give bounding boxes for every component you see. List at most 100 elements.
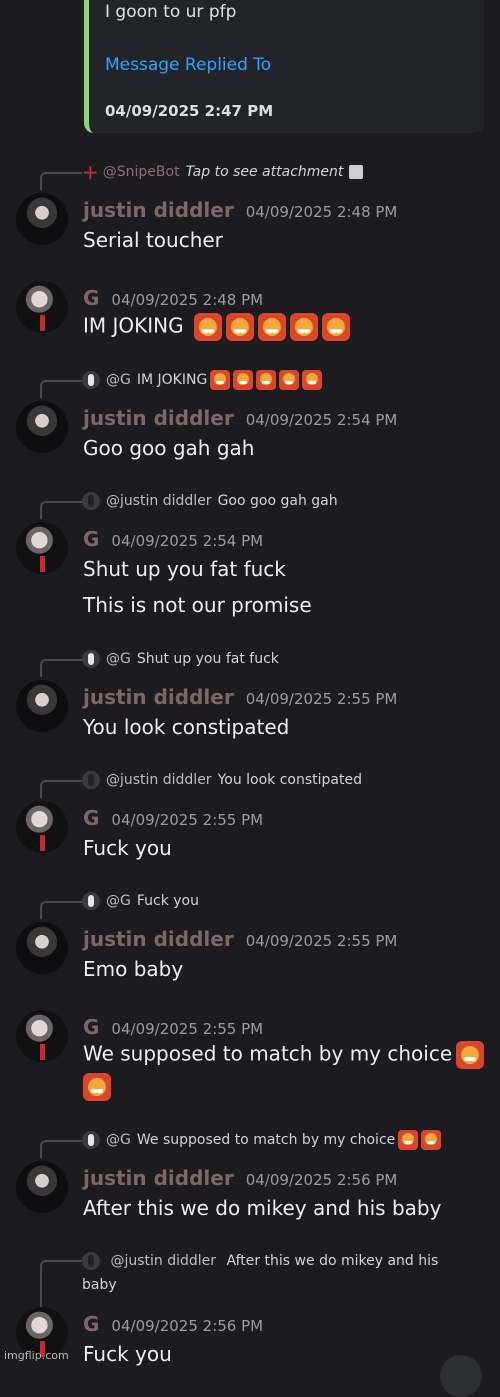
angry-face-emoji (83, 1073, 111, 1101)
reply-spine (40, 172, 82, 190)
message-text: Fuck you (83, 836, 172, 860)
timestamp: 04/09/2025 2:56 PM (111, 1317, 264, 1335)
image-icon (349, 165, 364, 179)
username[interactable]: justin diddler (83, 685, 234, 709)
reply-avatar (82, 371, 100, 389)
reply-text: You look constipated (217, 772, 363, 788)
message-replied-to-link[interactable]: Message Replied To (105, 55, 271, 75)
reply-spine (40, 1140, 82, 1158)
avatar[interactable] (16, 922, 68, 974)
reply-avatar (82, 771, 100, 789)
reply-preview[interactable]: + @SnipeBot Tap to see attachment (40, 160, 364, 190)
reply-text: Shut up you fat fuck (136, 651, 279, 667)
message-text: After this we do mikey and his baby (83, 1196, 442, 1220)
reply-avatar (82, 1252, 100, 1270)
reply-text: Tap to see attachment (185, 164, 344, 180)
reply-preview[interactable]: @G We supposed to match by my choice (40, 1129, 442, 1158)
watermark: imgflip.com (4, 1349, 69, 1362)
username[interactable]: G (83, 1015, 99, 1039)
username[interactable]: justin diddler (83, 1166, 234, 1190)
avatar[interactable] (16, 1010, 68, 1062)
message-text: Goo goo gah gah (83, 436, 255, 460)
reply-text: Fuck you (136, 893, 199, 909)
message-header: justin diddler 04/09/2025 2:55 PM (83, 685, 397, 711)
avatar[interactable] (16, 1161, 68, 1213)
message-header: G 04/09/2025 2:55 PM (83, 806, 263, 832)
message-emoji-line (83, 1073, 111, 1101)
username[interactable]: justin diddler (83, 406, 234, 430)
reply-preview[interactable]: @G Shut up you fat fuck (40, 648, 279, 677)
reply-text: We supposed to match by my choice (136, 1132, 396, 1148)
reply-author[interactable]: @justin diddler (106, 493, 212, 509)
avatar[interactable] (16, 281, 68, 333)
username[interactable]: G (83, 286, 99, 310)
reply-preview[interactable]: @justin diddler Goo goo gah gah (40, 490, 338, 519)
reply-text: Goo goo gah gah (217, 493, 338, 509)
avatar[interactable] (16, 193, 68, 245)
timestamp: 04/09/2025 2:55 PM (111, 811, 264, 829)
reply-author[interactable]: @SnipeBot (103, 164, 180, 180)
reply-spine (40, 659, 82, 677)
embed-date: 04/09/2025 2:47 PM (105, 102, 274, 120)
snipebot-icon: + (82, 160, 99, 184)
reply-preview[interactable]: @justin diddler You look constipated (40, 769, 363, 798)
timestamp: 04/09/2025 2:55 PM (245, 690, 398, 708)
reply-avatar (82, 892, 100, 910)
avatar[interactable] (16, 522, 68, 574)
message-header: justin diddler 04/09/2025 2:54 PM (83, 406, 397, 432)
angry-face-emoji (256, 370, 277, 390)
angry-face-emoji (456, 1041, 485, 1069)
reply-spine (40, 780, 82, 798)
timestamp: 04/09/2025 2:55 PM (111, 1020, 264, 1038)
angry-face-emoji (225, 313, 254, 341)
reply-author[interactable]: @justin diddler (106, 772, 212, 788)
message-header: justin diddler 04/09/2025 2:56 PM (83, 1166, 397, 1192)
avatar[interactable] (16, 801, 68, 853)
reply-avatar (82, 492, 100, 510)
timestamp: 04/09/2025 2:55 PM (245, 932, 398, 950)
reply-author[interactable]: @G (106, 1132, 131, 1148)
reply-spine (40, 380, 82, 398)
timestamp: 04/09/2025 2:54 PM (245, 411, 398, 429)
message-content: We supposed to match by my choice (83, 1041, 485, 1069)
avatar[interactable] (16, 401, 68, 453)
reply-preview[interactable]: @G IM JOKING (40, 369, 323, 398)
reply-preview[interactable]: @justin diddler After this we do mikey a… (40, 1249, 472, 1328)
reply-text: IM JOKING (136, 372, 208, 388)
reply-avatar (82, 1131, 100, 1149)
angry-face-emoji (210, 370, 231, 390)
reply-spine (40, 901, 82, 919)
username[interactable]: justin diddler (83, 198, 234, 222)
angry-face-emoji (289, 313, 318, 341)
reply-author[interactable]: @justin diddler (110, 1253, 216, 1269)
username[interactable]: G (83, 806, 99, 830)
timestamp: 04/09/2025 2:48 PM (245, 203, 398, 221)
message-header: G 04/09/2025 2:48 PM (83, 286, 263, 312)
message-text: This is not our promise (83, 593, 312, 617)
timestamp: 04/09/2025 2:54 PM (111, 532, 264, 550)
angry-face-emoji (279, 370, 300, 390)
message-text: Shut up you fat fuck (83, 557, 286, 581)
message-header: G 04/09/2025 2:55 PM (83, 1015, 263, 1041)
angry-face-emoji (193, 313, 222, 341)
reply-author[interactable]: @G (106, 651, 131, 667)
reply-author[interactable]: @G (106, 372, 131, 388)
message-header: justin diddler 04/09/2025 2:48 PM (83, 198, 397, 224)
username[interactable]: G (83, 527, 99, 551)
reply-author[interactable]: @G (106, 893, 131, 909)
reply-preview[interactable]: @G Fuck you (40, 890, 199, 919)
scroll-to-bottom-button[interactable] (440, 1355, 482, 1397)
message-text: You look constipated (83, 715, 290, 739)
message-text: We supposed to match by my choice (83, 1041, 453, 1066)
username[interactable]: justin diddler (83, 927, 234, 951)
embed-text: I goon to ur pfp (105, 2, 237, 22)
angry-face-emoji (233, 370, 254, 390)
message-text: IM JOKING (83, 313, 184, 338)
reply-spine (40, 501, 82, 519)
avatar[interactable] (16, 680, 68, 732)
message-content: IM JOKING (83, 313, 350, 341)
timestamp: 04/09/2025 2:48 PM (111, 291, 264, 309)
angry-face-emoji (398, 1130, 419, 1150)
replied-embed[interactable]: I goon to ur pfp Message Replied To 04/0… (84, 0, 484, 133)
username[interactable]: G (83, 1312, 99, 1336)
